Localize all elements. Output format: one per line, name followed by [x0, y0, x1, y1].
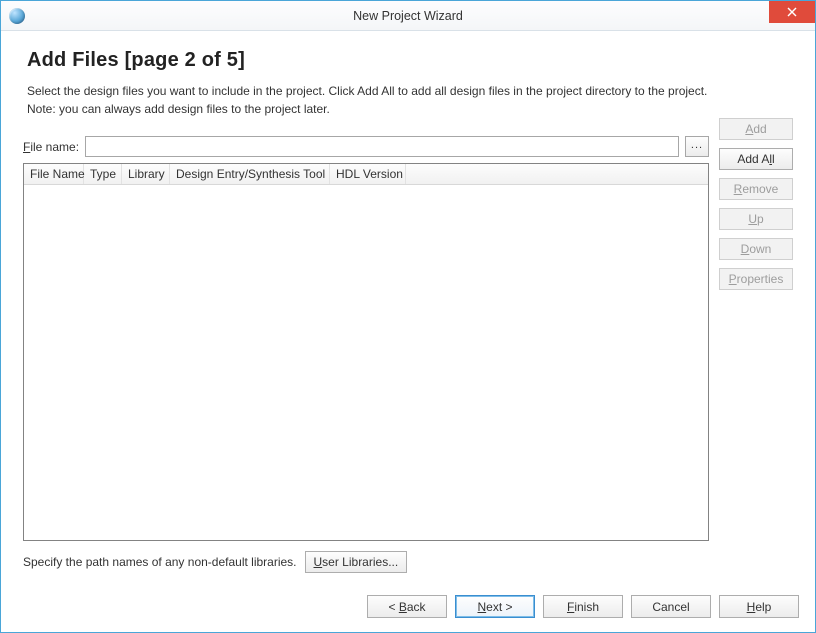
page-description-2: Note: you can always add design files to…	[27, 102, 793, 116]
help-button[interactable]: Help	[719, 595, 799, 618]
close-icon	[787, 7, 797, 17]
cancel-button[interactable]: Cancel	[631, 595, 711, 618]
app-icon	[9, 8, 25, 24]
close-button[interactable]	[769, 1, 815, 23]
filename-label: File name:	[23, 140, 79, 154]
remove-button[interactable]: Remove	[719, 178, 793, 200]
next-button[interactable]: Next >	[455, 595, 535, 618]
col-file-name[interactable]: File Name	[24, 164, 84, 184]
add-all-button[interactable]: Add All	[719, 148, 793, 170]
libraries-row: Specify the path names of any non-defaul…	[23, 551, 709, 573]
col-library[interactable]: Library	[122, 164, 170, 184]
col-hdl-version[interactable]: HDL Version	[330, 164, 406, 184]
back-button[interactable]: < Back	[367, 595, 447, 618]
files-table[interactable]: File Name Type Library Design Entry/Synt…	[23, 163, 709, 541]
user-libraries-button[interactable]: User Libraries...	[305, 551, 408, 573]
down-button[interactable]: Down	[719, 238, 793, 260]
titlebar: New Project Wizard	[1, 1, 815, 31]
content-area: Add Files [page 2 of 5] Select the desig…	[1, 31, 815, 585]
window-title: New Project Wizard	[1, 9, 815, 23]
col-type[interactable]: Type	[84, 164, 122, 184]
table-header: File Name Type Library Design Entry/Synt…	[24, 164, 708, 185]
filename-input[interactable]	[85, 136, 679, 157]
page-title: Add Files [page 2 of 5]	[27, 49, 793, 72]
wizard-window: New Project Wizard Add Files [page 2 of …	[0, 0, 816, 633]
col-design-entry[interactable]: Design Entry/Synthesis Tool	[170, 164, 330, 184]
libraries-text: Specify the path names of any non-defaul…	[23, 555, 297, 569]
finish-button[interactable]: Finish	[543, 595, 623, 618]
col-filler	[406, 164, 708, 184]
properties-button[interactable]: Properties	[719, 268, 793, 290]
left-column: File name: ... File Name Type Library De…	[23, 118, 709, 573]
up-button[interactable]: Up	[719, 208, 793, 230]
main-row: File name: ... File Name Type Library De…	[23, 118, 793, 573]
add-button[interactable]: Add	[719, 118, 793, 140]
filename-row: File name: ...	[23, 136, 709, 157]
page-description-1: Select the design files you want to incl…	[27, 84, 793, 98]
side-buttons: Add Add All Remove Up Down Properties	[719, 118, 793, 573]
footer-buttons: < Back Next > Finish Cancel Help	[1, 585, 815, 632]
browse-button[interactable]: ...	[685, 136, 709, 157]
